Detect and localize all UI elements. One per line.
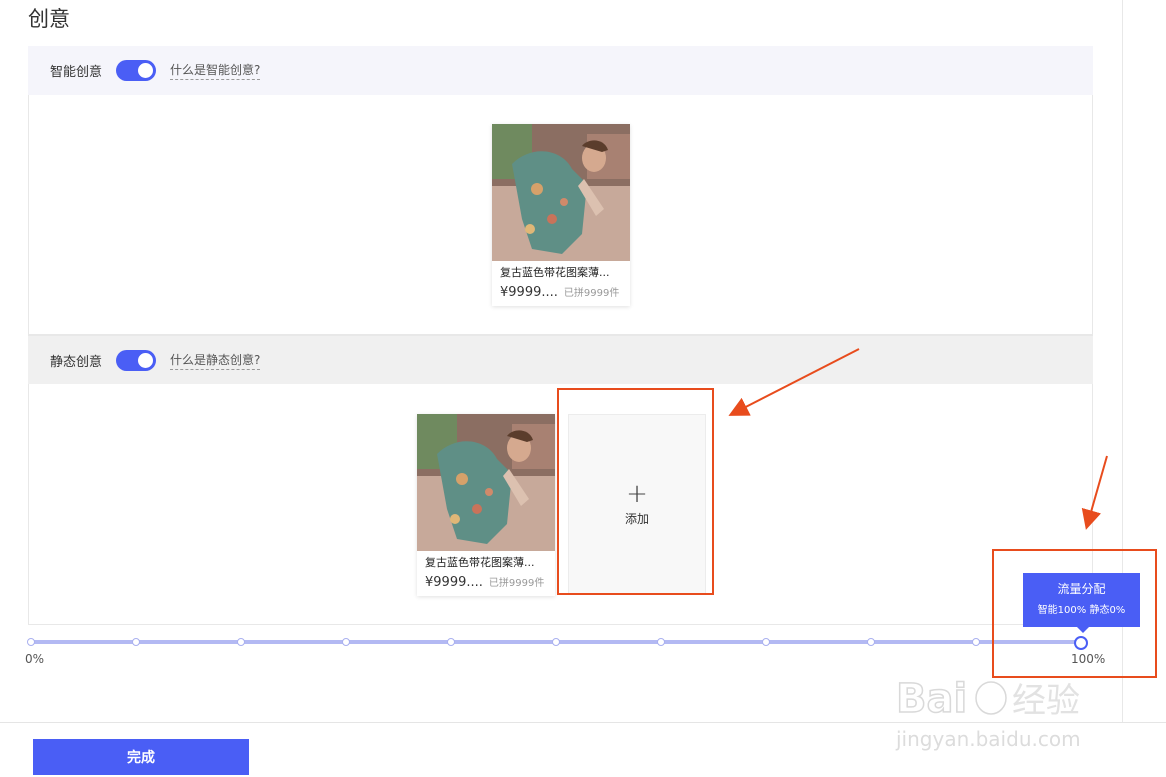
toggle-knob bbox=[138, 63, 154, 78]
price-row: ¥9999.... 已拼9999件 bbox=[417, 570, 555, 596]
product-name: 复古蓝色带花图案薄... bbox=[425, 556, 535, 569]
page: 创意 智能创意 什么是智能创意? 复古蓝色带花图案薄... ¥9999.... … bbox=[0, 0, 1166, 777]
annotation-box-add bbox=[557, 388, 714, 595]
footer-bar: 完成 bbox=[0, 722, 1166, 777]
product-sold-count: 已拼9999件 bbox=[563, 288, 620, 299]
static-creative-help-link[interactable]: 什么是静态创意? bbox=[170, 351, 261, 370]
slider-step-dot[interactable] bbox=[237, 638, 245, 646]
price-row: ¥9999.... 已拼9999件 bbox=[492, 280, 630, 306]
toggle-knob bbox=[138, 352, 154, 368]
slider-step-dot[interactable] bbox=[552, 638, 560, 646]
slider-step-dot[interactable] bbox=[972, 638, 980, 646]
smart-product-card[interactable]: 复古蓝色带花图案薄... ¥9999.... 已拼9999件 bbox=[492, 124, 630, 306]
product-price: ¥9999.... bbox=[425, 575, 483, 590]
product-price: ¥9999.... bbox=[500, 285, 558, 300]
page-title: 创意 bbox=[28, 7, 70, 31]
smart-creative-label: 智能创意 bbox=[50, 65, 103, 80]
svg-text:Bai: Bai bbox=[896, 676, 967, 722]
static-creative-label: 静态创意 bbox=[50, 354, 103, 370]
done-button[interactable]: 完成 bbox=[33, 739, 249, 775]
slider-step-dot[interactable] bbox=[447, 638, 455, 646]
annotation-box-slider bbox=[992, 549, 1157, 678]
slider-step-dot[interactable] bbox=[867, 638, 875, 646]
product-image bbox=[417, 414, 555, 551]
slider-step-dot[interactable] bbox=[132, 638, 140, 646]
smart-creative-header: 智能创意 什么是智能创意? bbox=[28, 46, 1093, 95]
smart-creative-toggle[interactable] bbox=[116, 60, 157, 81]
static-creative-toggle[interactable] bbox=[116, 349, 157, 371]
static-creative-header: 静态创意 什么是静态创意? bbox=[28, 335, 1093, 384]
slider-step-dot[interactable] bbox=[762, 638, 770, 646]
slider-min-label: 0% bbox=[25, 652, 45, 666]
slider-step-dot[interactable] bbox=[657, 638, 665, 646]
static-product-card[interactable]: 复古蓝色带花图案薄... ¥9999.... 已拼9999件 bbox=[417, 414, 555, 596]
smart-creative-help-link[interactable]: 什么是智能创意? bbox=[170, 61, 261, 80]
slider-step-dot[interactable] bbox=[342, 638, 350, 646]
svg-text:经验: 经验 bbox=[1012, 681, 1080, 721]
product-name: 复古蓝色带花图案薄... bbox=[500, 266, 610, 279]
product-sold-count: 已拼9999件 bbox=[488, 578, 545, 589]
slider-step-dot[interactable] bbox=[27, 638, 35, 646]
product-image bbox=[492, 124, 630, 261]
